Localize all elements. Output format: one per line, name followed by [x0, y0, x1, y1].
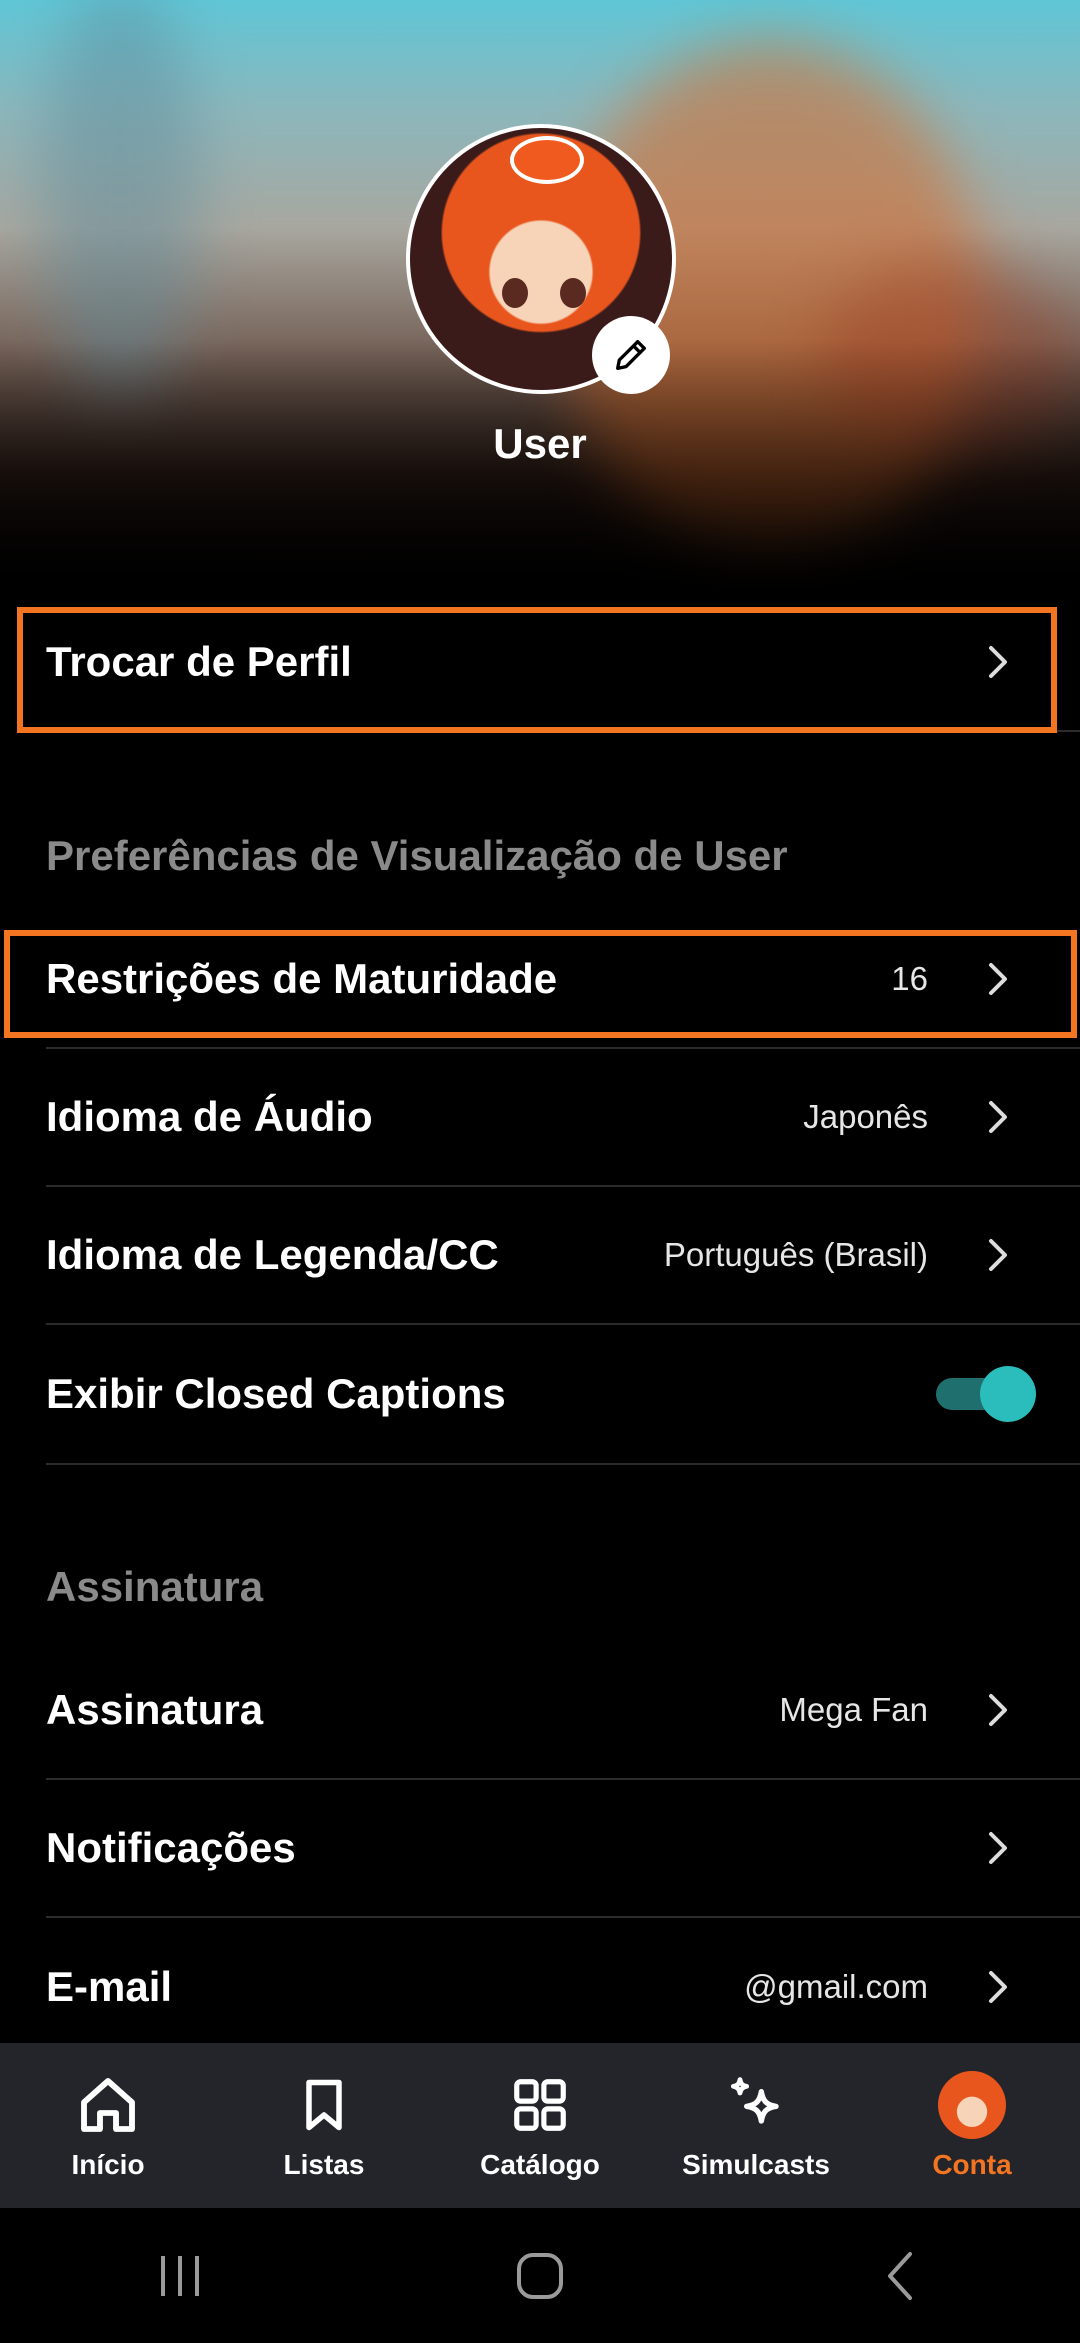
bottom-navigation: Início Listas Catálogo Simulcasts Conta [0, 2043, 1080, 2208]
maturity-restrictions-row[interactable]: Restrições de Maturidade 16 [46, 911, 1080, 1049]
chevron-right-icon [978, 959, 1018, 999]
closed-captions-label: Exibir Closed Captions [46, 1370, 506, 1417]
edit-avatar-button[interactable] [592, 316, 670, 394]
maturity-restrictions-label: Restrições de Maturidade [46, 955, 558, 1002]
chevron-right-icon [978, 1235, 1018, 1275]
closed-captions-toggle[interactable] [936, 1366, 1036, 1422]
subscription-value: Mega Fan [779, 1691, 928, 1728]
recent-apps-button[interactable] [120, 2236, 240, 2316]
subscription-section-title: Assinatura [46, 1563, 264, 1610]
nav-tab-listas[interactable]: Listas [216, 2043, 432, 2208]
home-icon [72, 2069, 144, 2141]
subscription-row[interactable]: Assinatura Mega Fan [46, 1642, 1080, 1780]
email-value: @gmail.com [744, 1968, 928, 2005]
audio-language-value: Japonês [803, 1098, 928, 1135]
profile-username: User [493, 420, 587, 467]
account-avatar-icon [936, 2069, 1008, 2141]
nav-tab-inicio[interactable]: Início [0, 2043, 216, 2208]
nav-label: Conta [932, 2149, 1012, 2180]
chevron-right-icon [978, 1828, 1018, 1868]
subscription-label: Assinatura [46, 1686, 264, 1733]
home-button[interactable] [480, 2236, 600, 2316]
switch-profile-row[interactable]: Trocar de Perfil [46, 594, 1080, 732]
nav-label: Simulcasts [682, 2149, 830, 2180]
nav-tab-simulcasts[interactable]: Simulcasts [648, 2043, 864, 2208]
audio-language-label: Idioma de Áudio [46, 1093, 373, 1140]
profile-avatar-container[interactable] [406, 124, 676, 394]
back-arrow-icon [888, 2251, 912, 2300]
home-circle-icon [517, 2252, 563, 2299]
viewing-preferences-title: Preferências de Visualização de User [46, 832, 788, 879]
sparkles-icon [720, 2069, 792, 2141]
notifications-label: Notificações [46, 1824, 296, 1871]
chevron-right-icon [978, 1967, 1018, 2007]
chevron-right-icon [978, 1690, 1018, 1730]
subtitle-language-label: Idioma de Legenda/CC [46, 1231, 499, 1278]
closed-captions-row[interactable]: Exibir Closed Captions [46, 1325, 1080, 1465]
audio-language-row[interactable]: Idioma de Áudio Japonês [46, 1049, 1080, 1187]
nav-label: Início [71, 2149, 145, 2180]
nav-tab-conta[interactable]: Conta [864, 2043, 1080, 2208]
email-row[interactable]: E-mail @gmail.com [46, 1918, 1080, 2056]
nav-label: Catálogo [480, 2149, 600, 2180]
notifications-row[interactable]: Notificações [46, 1780, 1080, 1918]
back-button[interactable] [840, 2236, 960, 2316]
chevron-right-icon [978, 642, 1018, 682]
email-label: E-mail [46, 1963, 173, 2010]
system-navigation-bar [0, 2208, 1080, 2343]
switch-profile-label: Trocar de Perfil [46, 638, 352, 685]
pencil-icon [616, 340, 646, 370]
nav-tab-catalogo[interactable]: Catálogo [432, 2043, 648, 2208]
chevron-right-icon [978, 1097, 1018, 1137]
nav-label: Listas [283, 2149, 365, 2180]
maturity-restrictions-value: 16 [891, 960, 928, 997]
recent-apps-icon [161, 2255, 199, 2296]
bookmark-icon [288, 2069, 360, 2141]
grid-icon [504, 2069, 576, 2141]
subtitle-language-value: Português (Brasil) [663, 1236, 928, 1273]
subtitle-language-row[interactable]: Idioma de Legenda/CC Português (Brasil) [46, 1187, 1080, 1325]
